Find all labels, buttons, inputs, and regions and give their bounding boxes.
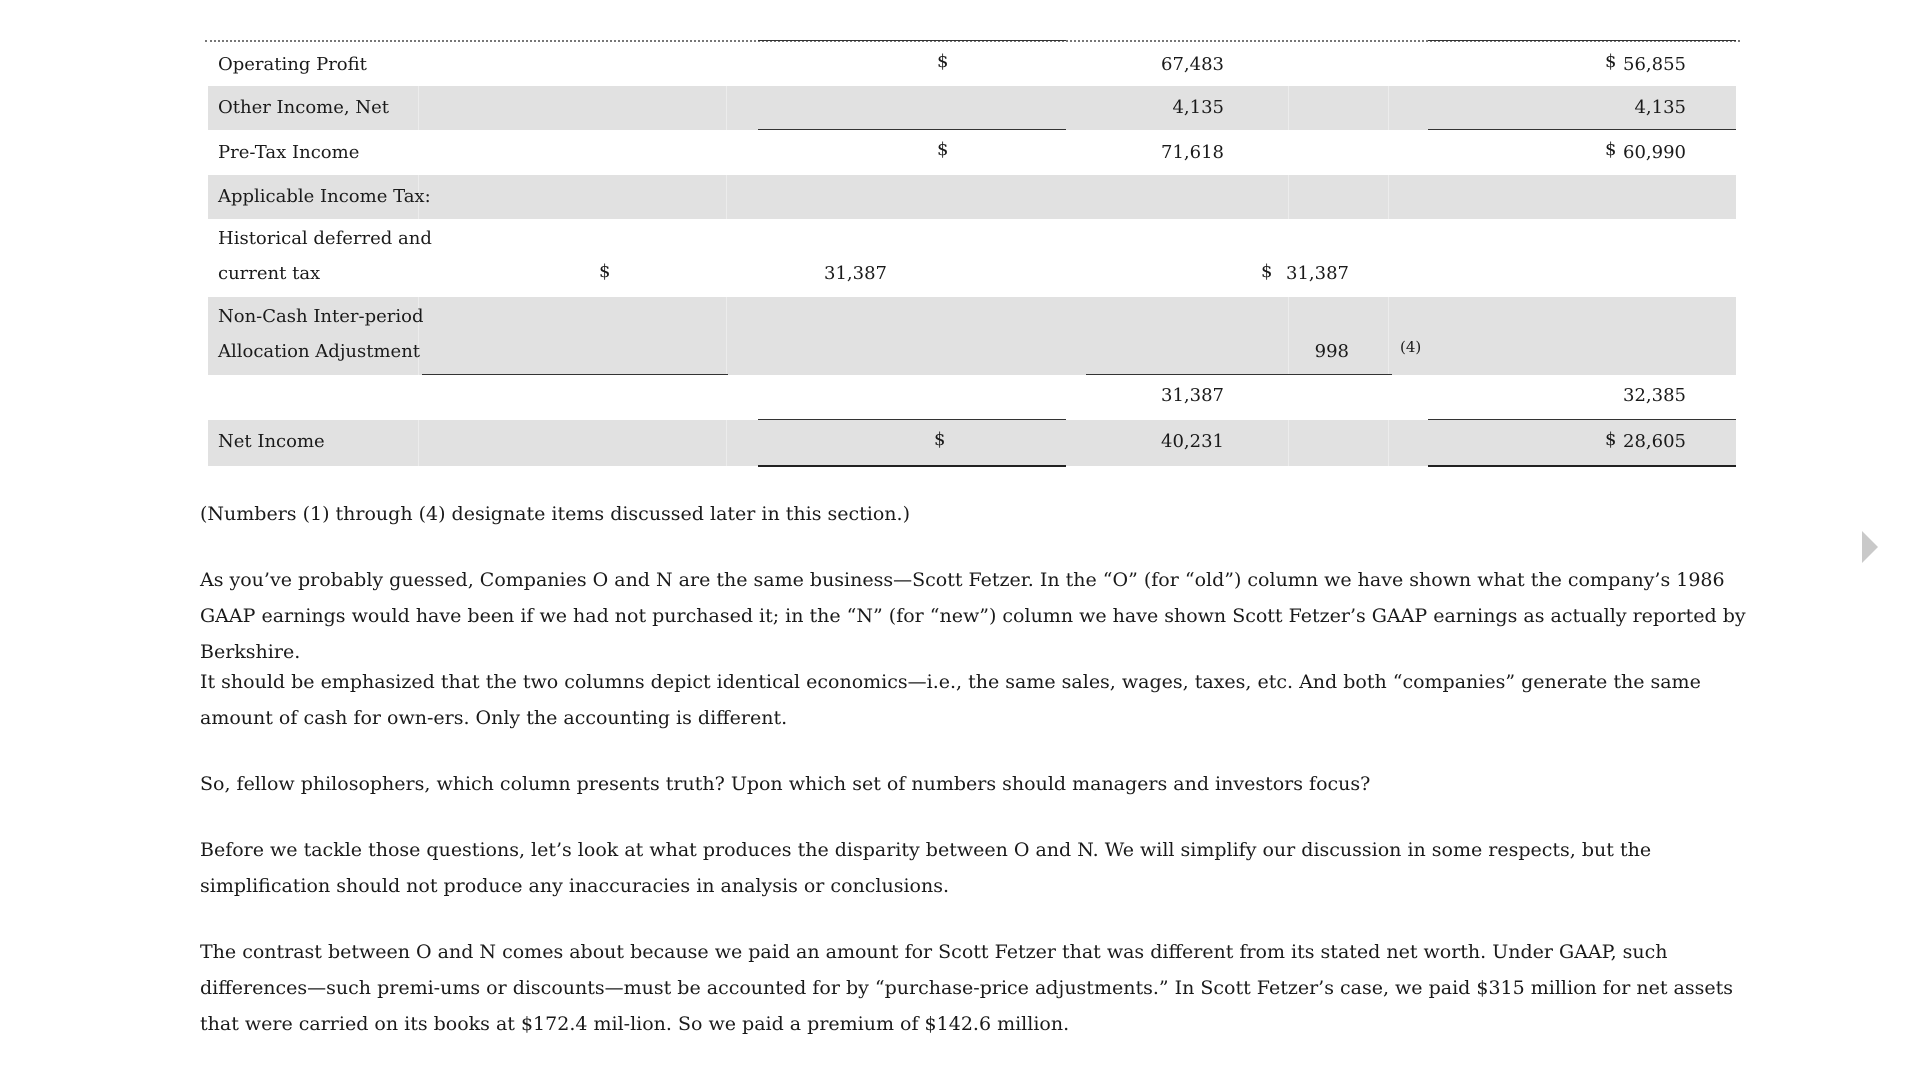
paragraph-1: As you’ve probably guessed, Companies O … bbox=[200, 569, 1746, 663]
pretax-income-n: 60,990 bbox=[1623, 142, 1686, 163]
noncash-adjustment-label-line2: Allocation Adjustment bbox=[218, 341, 421, 362]
paragraph-2: It should be emphasized that the two col… bbox=[200, 671, 1701, 729]
pretax-income-label: Pre-Tax Income bbox=[218, 142, 360, 163]
historical-tax-label-line1: Historical deferred and bbox=[218, 228, 432, 249]
double-rule-net-n bbox=[1428, 465, 1736, 467]
historical-tax-n: 31,387 bbox=[1286, 263, 1349, 284]
dollar-sign: $ bbox=[1605, 429, 1617, 450]
applicable-tax-label: Applicable Income Tax: bbox=[218, 186, 431, 207]
rule-tax-sub-o bbox=[422, 374, 728, 375]
other-income-label: Other Income, Net bbox=[218, 97, 389, 118]
dollar-sign: $ bbox=[1605, 51, 1617, 72]
noncash-adjustment-label-line1: Non-Cash Inter-period bbox=[218, 306, 424, 327]
table-row-net-income: Net Income $ 40,231 $ 28,605 bbox=[208, 420, 1736, 466]
operating-profit-o: 67,483 bbox=[1161, 54, 1224, 75]
rule-subtotal-n bbox=[1428, 129, 1736, 130]
rule-top-o bbox=[758, 40, 1066, 41]
tax-total-n: 32,385 bbox=[1623, 385, 1686, 406]
other-income-n: 4,135 bbox=[1634, 97, 1686, 118]
table-row-pretax-income: Pre-Tax Income $ 71,618 $ 60,990 bbox=[208, 131, 1736, 175]
table-row-tax-total: 31,387 32,385 bbox=[208, 376, 1736, 419]
net-income-o: 40,231 bbox=[1161, 431, 1224, 452]
dollar-sign: $ bbox=[1605, 139, 1617, 160]
table-footnote: (Numbers (1) through (4) designate items… bbox=[200, 503, 910, 525]
operating-profit-label: Operating Profit bbox=[218, 54, 367, 75]
paragraph-5: The contrast between O and N comes about… bbox=[200, 941, 1733, 1035]
table-row-noncash-adjustment: Non-Cash Inter-period Allocation Adjustm… bbox=[208, 297, 1736, 375]
dollar-sign: $ bbox=[599, 261, 611, 282]
historical-tax-o: 31,387 bbox=[824, 263, 887, 284]
double-rule-net-o bbox=[758, 465, 1066, 467]
table-row-other-income: Other Income, Net 4,135 4,135 bbox=[208, 86, 1736, 130]
dollar-sign: $ bbox=[937, 51, 949, 72]
net-income-n: 28,605 bbox=[1623, 431, 1686, 452]
rule-top-n bbox=[1428, 40, 1736, 41]
dollar-sign: $ bbox=[1261, 261, 1273, 282]
rule-subtotal-o bbox=[758, 129, 1066, 130]
footnote-reference: (4) bbox=[1400, 338, 1422, 356]
table-row-historical-tax: Historical deferred and current tax $ 31… bbox=[208, 219, 1736, 297]
dollar-sign: $ bbox=[934, 429, 946, 450]
paragraph-4: Before we tackle those questions, let’s … bbox=[200, 839, 1652, 897]
dollar-sign: $ bbox=[937, 139, 949, 160]
triangle-right-icon[interactable] bbox=[1862, 531, 1878, 563]
tax-total-o: 31,387 bbox=[1161, 385, 1224, 406]
pretax-income-o: 71,618 bbox=[1161, 142, 1224, 163]
operating-profit-n: 56,855 bbox=[1623, 54, 1686, 75]
table-row-operating-profit: Operating Profit $ 67,483 $ 56,855 bbox=[208, 43, 1736, 86]
noncash-adjustment-n: 998 bbox=[1314, 341, 1349, 362]
rule-tax-sub-n bbox=[1086, 374, 1392, 375]
net-income-label: Net Income bbox=[218, 431, 325, 452]
other-income-o: 4,135 bbox=[1172, 97, 1224, 118]
table-row-applicable-tax: Applicable Income Tax: bbox=[208, 175, 1736, 219]
paragraph-3: So, fellow philosophers, which column pr… bbox=[200, 773, 1371, 795]
historical-tax-label-line2: current tax bbox=[218, 263, 321, 284]
